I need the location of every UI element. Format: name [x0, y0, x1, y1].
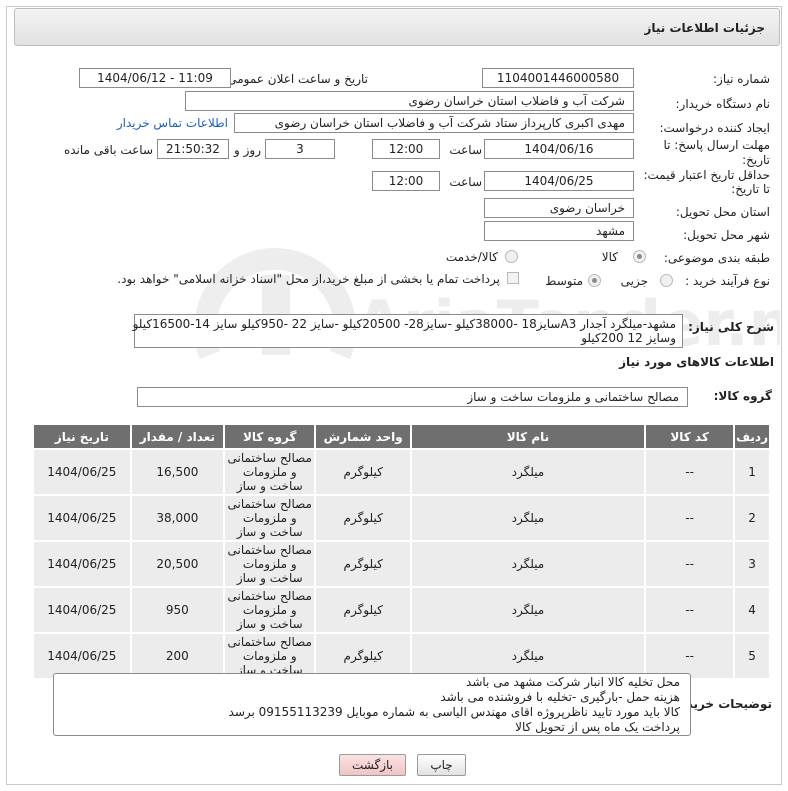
buyer-org-label: نام دستگاه خریدار:: [675, 97, 771, 111]
delivery-province-field: خراسان رضوی: [484, 198, 634, 218]
cell-goods-code: --: [644, 586, 736, 634]
deadline-label-1: مهلت ارسال پاسخ: تا: [663, 138, 770, 152]
deadline-time-field: 12:00: [372, 139, 440, 159]
col-goods-name: نام کالا: [409, 423, 647, 450]
need-number-label: شماره نیاز:: [713, 72, 770, 86]
announce-field: 1404/06/12 - 11:09: [79, 68, 231, 88]
creator-label: ایجاد کننده درخواست:: [659, 121, 770, 135]
price-validity-time-field: 12:00: [372, 171, 440, 191]
cell-goods-group: مصالح ساختمانی و ملزومات ساخت و ساز: [223, 586, 317, 634]
deadline-label-2: تاریخ:: [742, 153, 770, 167]
cell-goods-group: مصالح ساختمانی و ملزومات ساخت و ساز: [223, 540, 317, 588]
buyer-note-line: هزینه حمل -بارگیری -تخلیه با فروشنده می …: [440, 690, 680, 704]
cell-unit: کیلوگرم: [314, 540, 412, 588]
cell-need-date: 1404/06/25: [32, 448, 132, 496]
cell-goods-code: --: [644, 494, 736, 542]
cell-row-number: 4: [733, 586, 771, 634]
cell-quantity: 20,500: [129, 540, 226, 588]
buyer-note-line: کالا باید مورد تایید ناظرپروژه اقای مهند…: [228, 705, 680, 719]
category-option-goods: کالا: [601, 250, 618, 264]
buyer-note-line: پرداخت یک ماه پس از تحویل کالا: [515, 720, 680, 734]
price-validity-date-field: 1404/06/25: [484, 171, 634, 191]
description-line-1: مشهد-میلگرد آجدار A3سایز18 -38000کیلو -س…: [132, 317, 676, 331]
treasury-payment-note: پرداخت تمام یا بخشی از مبلغ خرید،از محل …: [117, 272, 500, 286]
goods-group-label: گروه کالا:: [713, 389, 772, 403]
cell-goods-code: --: [644, 540, 736, 588]
cell-unit: کیلوگرم: [314, 448, 412, 496]
cell-goods-group: مصالح ساختمانی و ملزومات ساخت و ساز: [223, 448, 317, 496]
col-unit: واحد شمارش: [314, 423, 412, 450]
deadline-time-label: ساعت: [449, 143, 482, 157]
col-quantity: تعداد / مقدار: [129, 423, 226, 450]
cell-row-number: 5: [733, 632, 771, 680]
category-radio-goods[interactable]: [633, 250, 646, 263]
goods-table: ردیف کد کالا نام کالا واحد شمارش گروه کا…: [32, 423, 771, 680]
process-option-minor: جزیی: [620, 274, 648, 288]
creator-field: مهدی اکبری کارپرداز ستاد شرکت آب و فاضلا…: [234, 113, 634, 133]
cell-quantity: 38,000: [129, 494, 226, 542]
cell-need-date: 1404/06/25: [32, 540, 132, 588]
category-radio-goods-service[interactable]: [505, 250, 518, 263]
process-radio-medium[interactable]: [588, 274, 601, 287]
deadline-date-field: 1404/06/16: [484, 139, 634, 159]
need-number-field: 1104001446000580: [482, 68, 634, 88]
description-line-2: وسایز 12 200کیلو: [581, 331, 676, 345]
cell-quantity: 950: [129, 586, 226, 634]
col-goods-code: کد کالا: [644, 423, 736, 450]
cell-need-date: 1404/06/25: [32, 586, 132, 634]
price-validity-label-1: حداقل تاریخ اعتبار قیمت:: [643, 168, 770, 182]
goods-group-field: مصالح ساختمانی و ملزومات ساخت و ساز: [137, 387, 688, 407]
contact-buyer-link[interactable]: اطلاعات تماس خریدار: [117, 116, 228, 130]
cell-row-number: 2: [733, 494, 771, 542]
buyer-notes-box: محل تخلیه کالا انبار شرکت مشهد می باشد ه…: [53, 673, 691, 736]
cell-quantity: 16,500: [129, 448, 226, 496]
process-radio-minor[interactable]: [660, 274, 673, 287]
remaining-time-field: 21:50:32: [157, 139, 229, 159]
col-need-date: تاریخ نیاز: [32, 423, 132, 450]
back-button[interactable]: بازگشت: [339, 754, 406, 776]
process-option-medium: متوسط: [545, 274, 583, 288]
cell-need-date: 1404/06/25: [32, 494, 132, 542]
category-label: طبقه بندی موضوعی:: [663, 251, 770, 265]
goods-section-title: اطلاعات کالاهای مورد نیاز: [619, 355, 774, 369]
announce-label: تاریخ و ساعت اعلان عمومی:: [223, 72, 368, 86]
cell-unit: کیلوگرم: [314, 494, 412, 542]
category-option-goods-service: کالا/خدمت: [445, 250, 498, 264]
cell-goods-name: میلگرد: [409, 540, 647, 588]
cell-goods-name: میلگرد: [409, 494, 647, 542]
cell-goods-name: میلگرد: [409, 448, 647, 496]
col-goods-group: گروه کالا: [223, 423, 317, 450]
delivery-city-label: شهر محل تحویل:: [683, 228, 770, 242]
cell-goods-code: --: [644, 448, 736, 496]
print-button[interactable]: چاپ: [417, 754, 466, 776]
table-header-row: ردیف کد کالا نام کالا واحد شمارش گروه کا…: [32, 423, 771, 450]
buyer-org-field: شرکت آب و فاضلاب استان خراسان رضوی: [185, 91, 634, 111]
delivery-city-field: مشهد: [484, 221, 634, 241]
description-label: شرح کلی نیاز:: [688, 320, 774, 334]
cell-row-number: 1: [733, 448, 771, 496]
cell-goods-group: مصالح ساختمانی و ملزومات ساخت و ساز: [223, 494, 317, 542]
table-row: 1 -- میلگرد کیلوگرم مصالح ساختمانی و ملز…: [32, 448, 771, 496]
remaining-time-label: ساعت باقی مانده: [63, 143, 153, 157]
table-row: 3 -- میلگرد کیلوگرم مصالح ساختمانی و ملز…: [32, 540, 771, 588]
description-box: مشهد-میلگرد آجدار A3سایز18 -38000کیلو -س…: [132, 314, 683, 348]
price-validity-label-2: تا تاریخ:: [731, 182, 770, 196]
delivery-province-label: استان محل تحویل:: [675, 205, 770, 219]
table-row: 4 -- میلگرد کیلوگرم مصالح ساختمانی و ملز…: [32, 586, 771, 634]
price-validity-time-label: ساعت: [449, 175, 482, 189]
days-label: روز و: [234, 143, 261, 157]
process-label: نوع فرآیند خرید :: [685, 274, 770, 288]
page-title: جزئیات اطلاعات نیاز: [14, 8, 780, 46]
table-row: 2 -- میلگرد کیلوگرم مصالح ساختمانی و ملز…: [32, 494, 771, 542]
treasury-payment-checkbox[interactable]: [507, 272, 519, 284]
col-row-number: ردیف: [733, 423, 771, 450]
cell-goods-name: میلگرد: [409, 586, 647, 634]
buyer-note-line: محل تخلیه کالا انبار شرکت مشهد می باشد: [466, 675, 680, 689]
cell-unit: کیلوگرم: [314, 586, 412, 634]
cell-row-number: 3: [733, 540, 771, 588]
days-field: 3: [265, 139, 335, 159]
